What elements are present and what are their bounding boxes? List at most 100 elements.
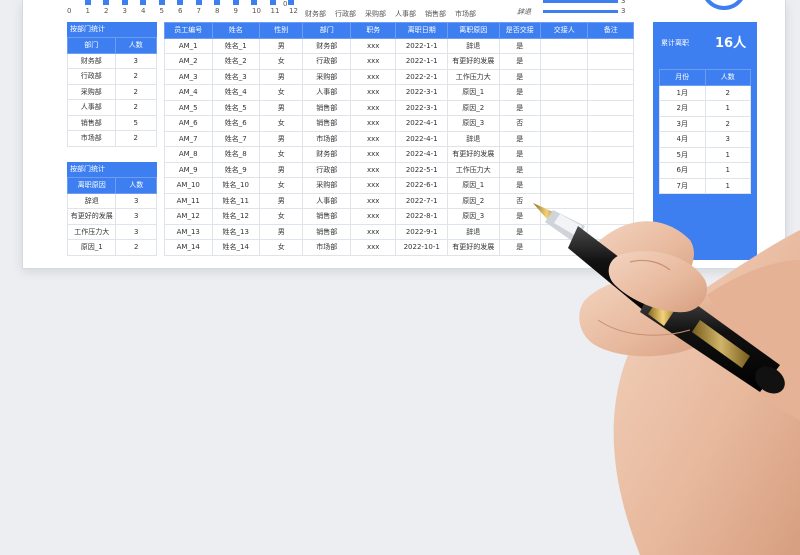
table-cell[interactable]: AM_5 xyxy=(164,99,213,116)
table-cell[interactable]: 3 xyxy=(115,223,157,240)
table-cell[interactable]: 2022-3-1 xyxy=(395,84,448,101)
table-cell[interactable]: 男 xyxy=(258,161,304,178)
table-cell[interactable]: 2 xyxy=(114,83,158,100)
table-cell[interactable]: 工作压力大 xyxy=(66,223,117,240)
table-cell[interactable] xyxy=(587,146,634,163)
table-cell[interactable] xyxy=(539,53,589,70)
column-header[interactable]: 月份 xyxy=(659,69,706,86)
table-cell[interactable]: 2 xyxy=(114,99,158,116)
table-cell[interactable]: AM_9 xyxy=(164,161,213,178)
table-cell[interactable]: 男 xyxy=(258,130,304,147)
table-cell[interactable]: xxx xyxy=(349,68,397,85)
table-cell[interactable]: AM_13 xyxy=(164,223,213,240)
table-cell[interactable] xyxy=(587,239,634,256)
table-cell[interactable]: 是 xyxy=(498,37,541,54)
table-cell[interactable]: 2 xyxy=(114,130,158,147)
table-cell[interactable]: 2022-2-1 xyxy=(395,68,448,85)
table-cell[interactable]: 有更好的发展 xyxy=(66,208,117,225)
table-cell[interactable]: 否 xyxy=(498,115,541,132)
column-header[interactable]: 姓名 xyxy=(211,22,260,39)
table-cell[interactable]: AM_1 xyxy=(164,37,213,54)
table-cell[interactable] xyxy=(539,130,589,147)
table-cell[interactable]: xxx xyxy=(349,130,397,147)
table-cell[interactable]: 女 xyxy=(258,239,304,256)
table-cell[interactable]: 姓名_13 xyxy=(211,223,260,240)
column-header[interactable]: 部门 xyxy=(67,37,116,54)
table-cell[interactable]: 3 xyxy=(114,52,158,69)
table-cell[interactable] xyxy=(539,37,589,54)
table-cell[interactable]: 2月 xyxy=(659,100,706,117)
table-cell[interactable]: 是 xyxy=(498,146,541,163)
table-cell[interactable]: 女 xyxy=(258,208,304,225)
table-cell[interactable]: 5月 xyxy=(659,146,706,163)
table-cell[interactable]: 2022-3-1 xyxy=(395,99,448,116)
table-cell[interactable]: 销售部 xyxy=(302,223,351,240)
table-cell[interactable]: 2 xyxy=(704,115,751,132)
table-cell[interactable]: 行政部 xyxy=(302,53,351,70)
column-header[interactable]: 人数 xyxy=(115,177,157,194)
table-cell[interactable] xyxy=(539,146,589,163)
table-cell[interactable]: 男 xyxy=(258,37,304,54)
table-cell[interactable]: 财务部 xyxy=(67,52,116,69)
table-cell[interactable]: 是 xyxy=(498,177,541,194)
table-cell[interactable]: 姓名_5 xyxy=(211,99,260,116)
table-cell[interactable]: 姓名_11 xyxy=(211,192,260,209)
table-cell[interactable]: 原因_1 xyxy=(446,177,500,194)
table-cell[interactable]: xxx xyxy=(349,192,397,209)
table-cell[interactable]: 原因_1 xyxy=(66,239,117,256)
table-cell[interactable] xyxy=(539,208,589,225)
table-cell[interactable] xyxy=(539,115,589,132)
table-cell[interactable]: 销售部 xyxy=(67,114,116,131)
table-cell[interactable]: 市场部 xyxy=(302,239,351,256)
column-header[interactable]: 备注 xyxy=(587,22,634,39)
table-cell[interactable]: AM_6 xyxy=(164,115,213,132)
table-cell[interactable] xyxy=(587,208,634,225)
table-cell[interactable]: AM_2 xyxy=(164,53,213,70)
table-cell[interactable]: 采购部 xyxy=(302,68,351,85)
column-header[interactable]: 员工编号 xyxy=(164,22,213,39)
table-cell[interactable]: 5 xyxy=(114,114,158,131)
table-cell[interactable]: 男 xyxy=(258,192,304,209)
table-cell[interactable] xyxy=(587,130,634,147)
table-cell[interactable] xyxy=(539,239,589,256)
table-cell[interactable]: 否 xyxy=(498,192,541,209)
column-header[interactable]: 离职原因 xyxy=(66,177,117,194)
table-cell[interactable]: 3月 xyxy=(659,115,706,132)
table-cell[interactable]: xxx xyxy=(349,99,397,116)
table-cell[interactable]: 姓名_7 xyxy=(211,130,260,147)
table-cell[interactable]: 姓名_6 xyxy=(211,115,260,132)
table-cell[interactable]: 姓名_14 xyxy=(211,239,260,256)
table-cell[interactable]: 原因_2 xyxy=(446,192,500,209)
table-cell[interactable]: 财务部 xyxy=(302,37,351,54)
table-cell[interactable]: 男 xyxy=(258,68,304,85)
table-cell[interactable]: xxx xyxy=(349,115,397,132)
table-cell[interactable]: 7月 xyxy=(659,177,706,194)
table-cell[interactable]: 1 xyxy=(704,100,751,117)
column-header[interactable]: 是否交接 xyxy=(498,22,541,39)
table-cell[interactable]: 1月 xyxy=(659,84,706,101)
table-cell[interactable]: 3 xyxy=(115,208,157,225)
table-cell[interactable]: 是 xyxy=(498,68,541,85)
table-cell[interactable]: 1 xyxy=(704,162,751,179)
table-cell[interactable]: 2 xyxy=(704,84,751,101)
table-cell[interactable] xyxy=(539,223,589,240)
table-cell[interactable]: 是 xyxy=(498,161,541,178)
table-cell[interactable]: xxx xyxy=(349,37,397,54)
table-cell[interactable]: AM_4 xyxy=(164,84,213,101)
table-cell[interactable]: 人事部 xyxy=(67,99,116,116)
table-cell[interactable]: 销售部 xyxy=(302,208,351,225)
table-cell[interactable] xyxy=(587,53,634,70)
table-cell[interactable]: 2022-4-1 xyxy=(395,115,448,132)
table-cell[interactable]: 男 xyxy=(258,99,304,116)
table-cell[interactable]: xxx xyxy=(349,208,397,225)
table-cell[interactable]: AM_12 xyxy=(164,208,213,225)
table-cell[interactable] xyxy=(587,68,634,85)
table-cell[interactable]: 2022-4-1 xyxy=(395,130,448,147)
table-cell[interactable]: 1 xyxy=(704,146,751,163)
table-cell[interactable]: 是 xyxy=(498,84,541,101)
table-cell[interactable]: 女 xyxy=(258,177,304,194)
table-cell[interactable]: 2022-10-1 xyxy=(395,239,448,256)
table-cell[interactable]: 原因_2 xyxy=(446,99,500,116)
table-cell[interactable]: 是 xyxy=(498,239,541,256)
table-cell[interactable]: xxx xyxy=(349,146,397,163)
